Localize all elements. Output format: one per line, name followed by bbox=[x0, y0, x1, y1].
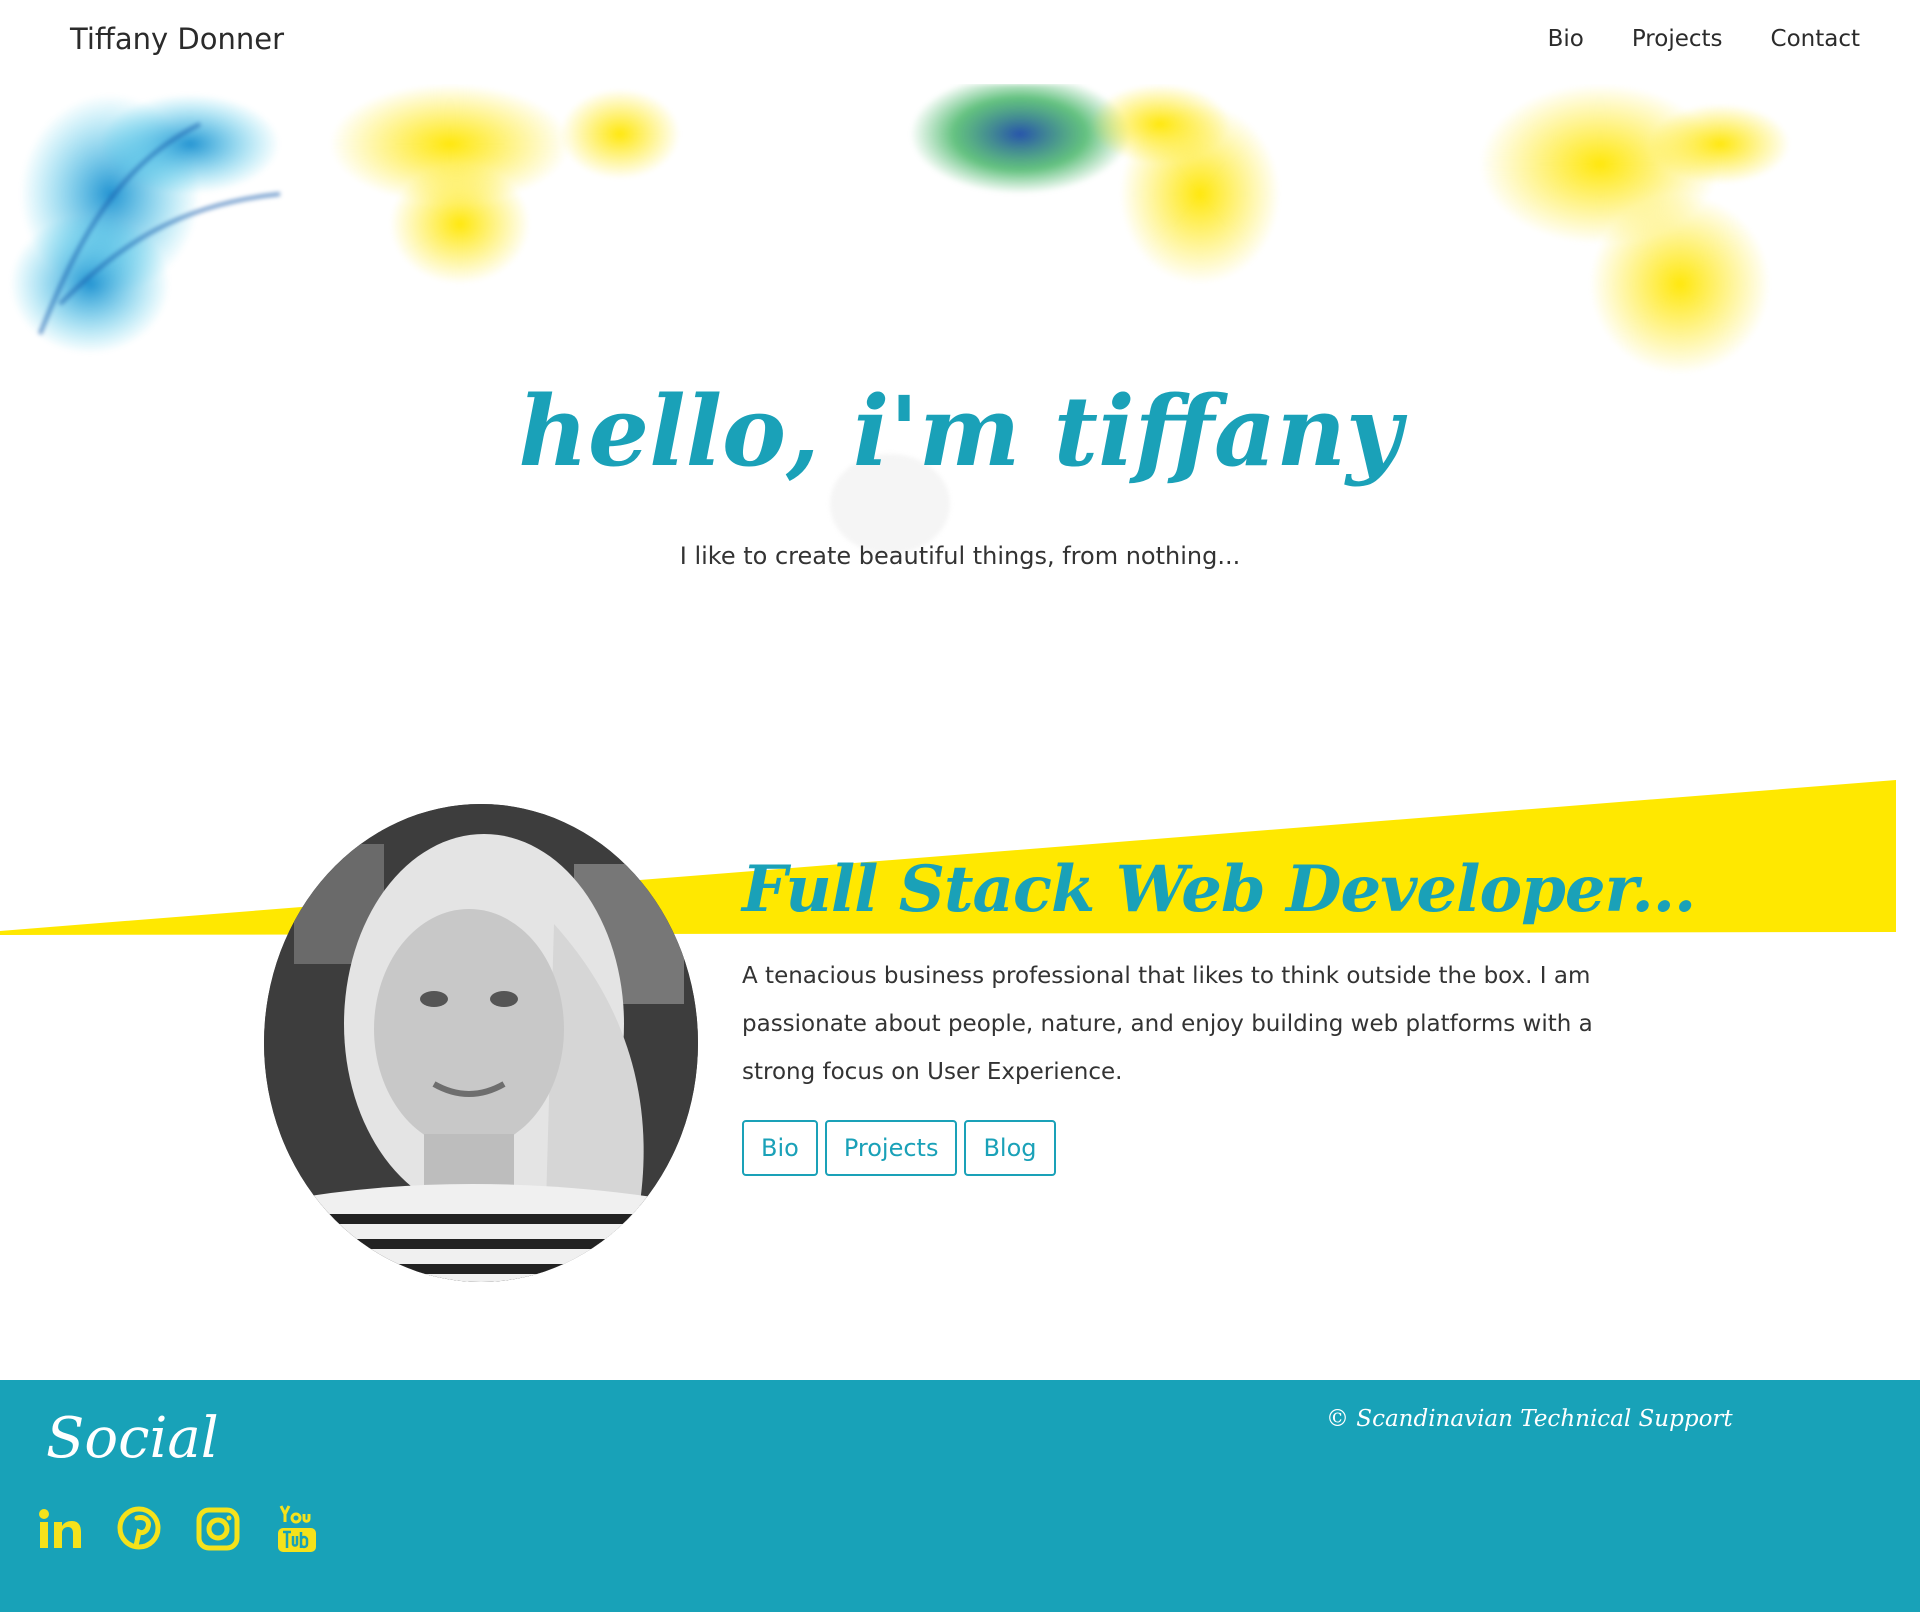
nav-projects-link[interactable]: Projects bbox=[1632, 26, 1723, 52]
profile-photo bbox=[264, 804, 698, 1282]
hero-subtitle: I like to create beautiful things, from … bbox=[679, 542, 1241, 570]
social-title: Social bbox=[46, 1406, 219, 1471]
about-title: Full Stack Web Developer... bbox=[742, 852, 1696, 927]
instagram-icon[interactable] bbox=[196, 1504, 240, 1554]
youtube-icon[interactable] bbox=[275, 1504, 319, 1554]
about-buttons: Bio Projects Blog bbox=[742, 1120, 1056, 1176]
nav-bio-link[interactable]: Bio bbox=[1548, 26, 1584, 52]
brand-link[interactable]: Tiffany Donner bbox=[70, 22, 284, 56]
hero-title: hello, i'm tiffany bbox=[518, 375, 1402, 488]
ink-cloud-image bbox=[10, 84, 1790, 554]
blog-button[interactable]: Blog bbox=[964, 1120, 1056, 1176]
pinterest-icon[interactable] bbox=[117, 1504, 161, 1554]
hero-section: hello, i'm tiffany I like to create beau… bbox=[0, 84, 1920, 604]
projects-button[interactable]: Projects bbox=[824, 1120, 958, 1176]
linkedin-icon[interactable] bbox=[38, 1504, 82, 1554]
social-icons bbox=[38, 1504, 319, 1554]
copyright-text: © Scandinavian Technical Support bbox=[1326, 1406, 1733, 1432]
bio-button[interactable]: Bio bbox=[742, 1120, 818, 1176]
site-footer: Social © Scandinavian Technical Support bbox=[0, 1380, 1920, 1612]
main-nav: Bio Projects Contact bbox=[1548, 26, 1860, 52]
about-text: A tenacious business professional that l… bbox=[742, 963, 1593, 1085]
profile-photo-illustration bbox=[264, 804, 698, 1282]
nav-contact-link[interactable]: Contact bbox=[1771, 26, 1860, 52]
site-header: Tiffany Donner Bio Projects Contact bbox=[0, 0, 1920, 84]
